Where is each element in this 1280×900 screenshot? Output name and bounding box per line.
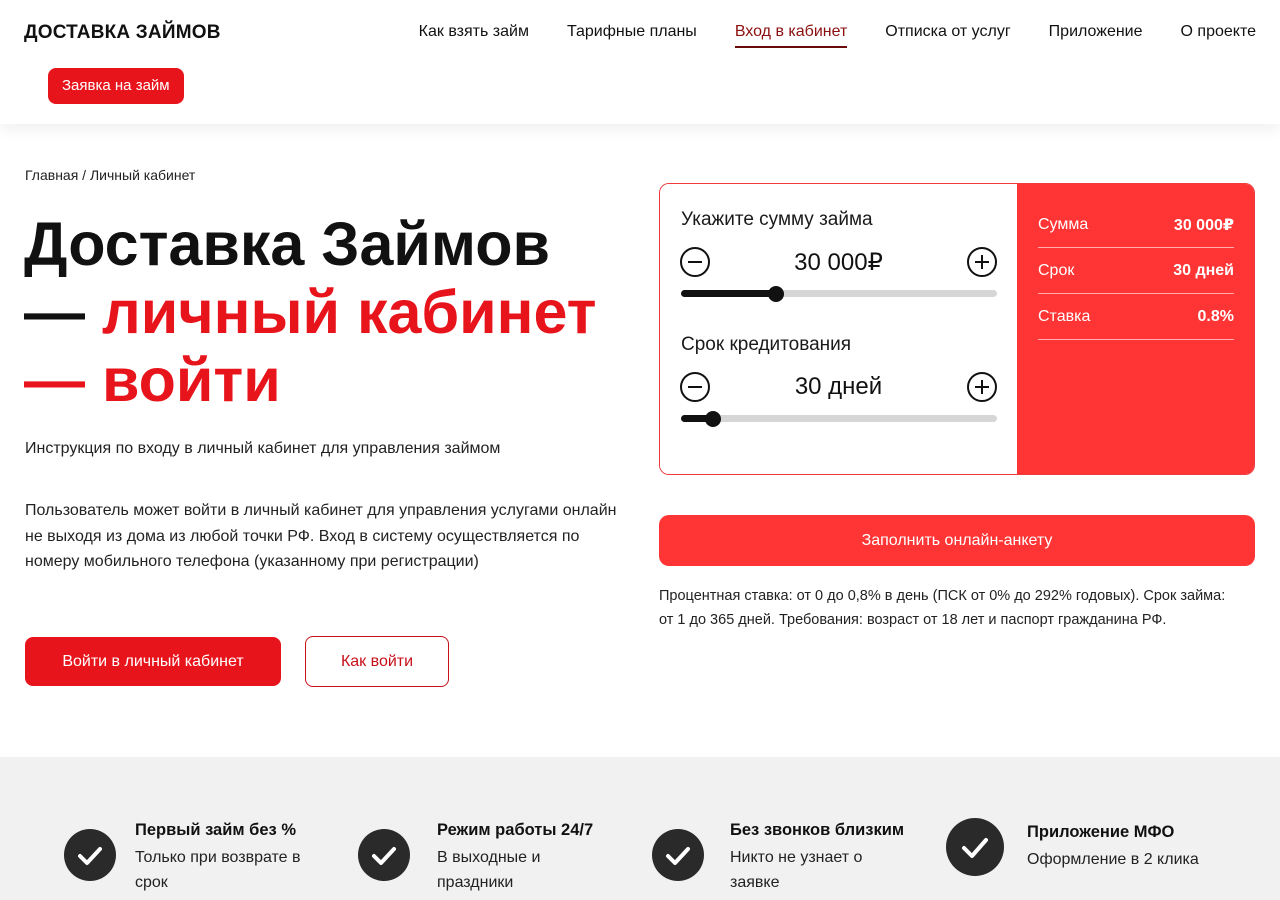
amount-value: 30 000₽	[794, 248, 883, 276]
summary-value: 0.8%	[1197, 307, 1234, 325]
calculator-controls: Укажите сумму займа 30 000₽ Срок кредито…	[660, 184, 1017, 474]
nav-item-about[interactable]: О проекте	[1181, 22, 1256, 48]
breadcrumb-separator: /	[78, 167, 90, 183]
feature-desc: Никто не узнает о заявке	[730, 849, 863, 891]
term-slider-thumb[interactable]	[704, 411, 721, 427]
title-line-3: войти	[101, 346, 281, 414]
title-line-1: Доставка Займов	[24, 210, 551, 278]
summary-row-rate: Ставка 0.8%	[1038, 294, 1234, 340]
apply-loan-button[interactable]: Заявка на займ	[48, 68, 184, 104]
breadcrumb-current: Личный кабинет	[89, 167, 196, 183]
feature-desc: Оформление в 2 клика	[1027, 851, 1199, 868]
loan-calculator: Укажите сумму займа 30 000₽ Срок кредито…	[659, 183, 1255, 475]
loan-terms-text: Процентная ставка: от 0 до 0,8% в день (…	[659, 588, 1226, 628]
check-circle-icon	[652, 829, 704, 881]
feature-desc: В выходные и праздники	[437, 849, 541, 891]
term-value: 30 дней	[794, 373, 883, 400]
page-title: Доставка Займов — личный кабинет — войти	[24, 210, 644, 414]
site-header: ДОСТАВКА ЗАЙМОВ Как взять займ Тарифные …	[0, 0, 1280, 124]
amount-label: Укажите сумму займа	[681, 209, 873, 230]
check-circle-icon	[946, 818, 1004, 876]
login-cabinet-button[interactable]: Войти в личный кабинет	[25, 637, 281, 686]
features-band: Первый займ без % Только при возврате в …	[0, 757, 1280, 900]
site-logo[interactable]: ДОСТАВКА ЗАЙМОВ	[24, 22, 221, 44]
term-label: Срок кредитования	[681, 334, 852, 355]
amount-minus-icon[interactable]	[680, 247, 710, 277]
summary-label: Срок	[1038, 261, 1075, 279]
amount-slider-fill	[681, 290, 776, 297]
feature-title: Приложение МФО	[1027, 823, 1175, 841]
summary-row-term: Срок 30 дней	[1038, 248, 1234, 294]
amount-slider-thumb[interactable]	[767, 286, 784, 302]
feature-title: Режим работы 24/7	[437, 821, 594, 839]
feature-title: Без звонков близким	[730, 821, 905, 839]
term-slider[interactable]	[681, 411, 997, 427]
check-circle-icon	[64, 829, 116, 881]
feature-title: Первый займ без %	[135, 821, 296, 839]
amount-slider[interactable]	[681, 286, 997, 302]
how-to-login-button[interactable]: Как войти	[305, 636, 449, 687]
main-nav: Как взять займ Тарифные планы Вход в каб…	[419, 22, 1256, 48]
summary-label: Сумма	[1038, 215, 1089, 233]
title-line-2: личный кабинет	[101, 278, 597, 346]
nav-item-unsubscribe[interactable]: Отписка от услуг	[885, 22, 1010, 48]
summary-value: 30 дней	[1173, 261, 1234, 279]
amount-plus-icon[interactable]	[967, 247, 997, 277]
breadcrumb: Главная / Личный кабинет	[25, 167, 195, 183]
term-minus-icon[interactable]	[680, 372, 710, 402]
feature-desc: Только при возврате в срок	[135, 849, 301, 891]
term-plus-icon[interactable]	[967, 372, 997, 402]
nav-item-app[interactable]: Приложение	[1049, 22, 1143, 48]
nav-item-how-to-borrow[interactable]: Как взять займ	[419, 22, 529, 48]
summary-row-amount: Сумма 30 000₽	[1038, 202, 1234, 248]
calculator-summary: Сумма 30 000₽ Срок 30 дней Ставка 0.8%	[1017, 184, 1254, 474]
nav-item-login[interactable]: Вход в кабинет	[734, 22, 848, 48]
summary-value: 30 000₽	[1173, 216, 1234, 234]
intro-paragraph: Пользователь может войти в личный кабине…	[25, 502, 617, 570]
title-dash-2: —	[24, 346, 102, 414]
amount-stepper: 30 000₽	[680, 247, 997, 277]
check-circle-icon	[358, 829, 410, 881]
page-subtitle: Инструкция по входу в личный кабинет для…	[25, 440, 501, 457]
fill-online-form-button[interactable]: Заполнить онлайн-анкету	[659, 515, 1255, 566]
summary-label: Ставка	[1038, 307, 1091, 325]
nav-item-tariffs[interactable]: Тарифные планы	[567, 22, 697, 48]
title-dash-1: —	[24, 278, 102, 346]
term-stepper: 30 дней	[680, 372, 997, 402]
breadcrumb-home[interactable]: Главная	[25, 167, 78, 183]
